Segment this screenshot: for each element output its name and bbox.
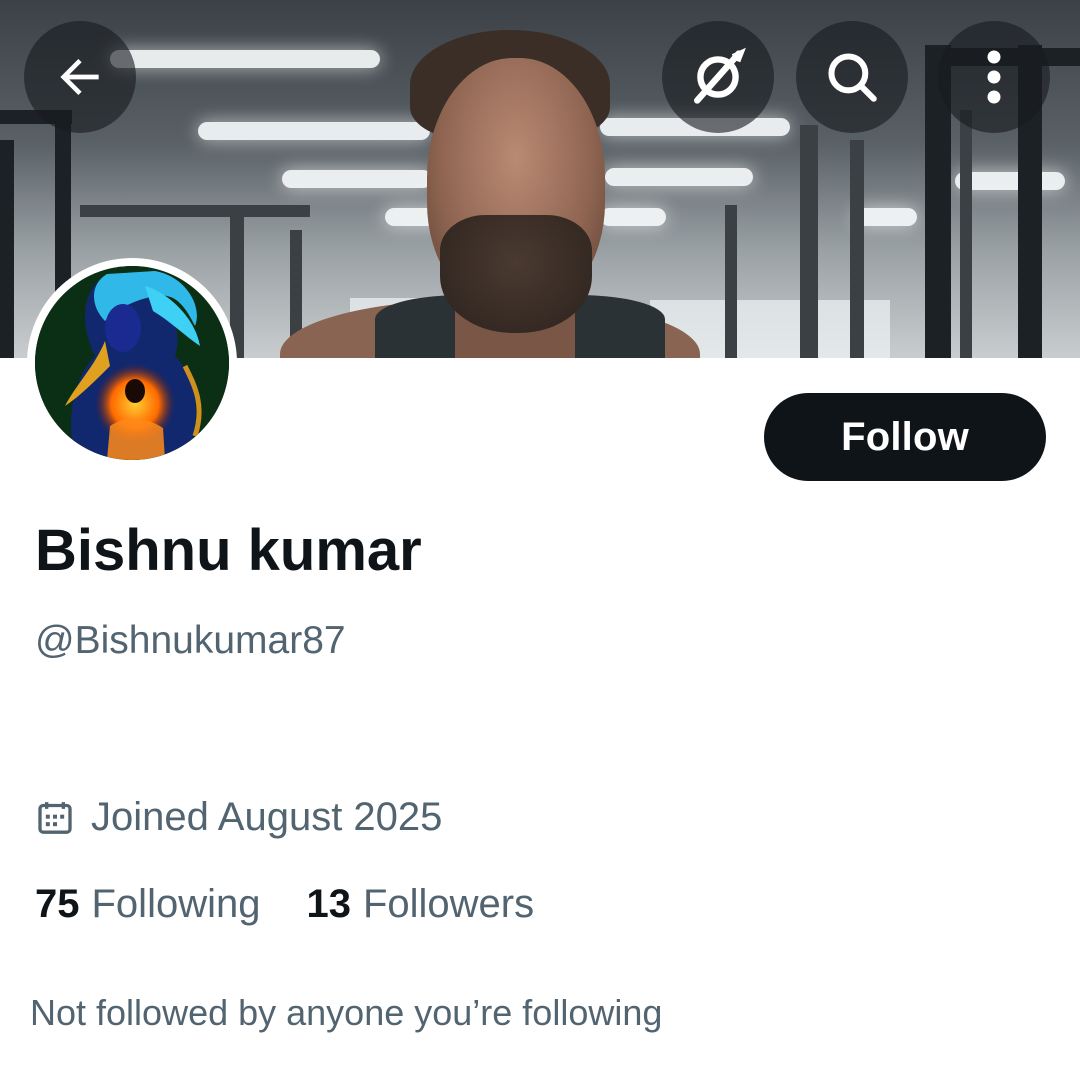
banner-rack: [0, 140, 14, 358]
avatar-illustration: [35, 266, 229, 460]
follow-stats: 75 Following 13 Followers: [35, 882, 534, 927]
banner-rack: [80, 205, 310, 217]
display-name: Bishnu kumar: [35, 518, 422, 583]
arrow-left-icon: [60, 59, 99, 95]
grok-icon: [694, 47, 746, 104]
banner-rack: [960, 110, 972, 358]
joined-date: Joined August 2025: [35, 795, 442, 840]
more-vertical-icon: [987, 50, 1001, 104]
banner-person-beard: [440, 215, 592, 333]
avatar-image: [35, 266, 229, 460]
more-options-button[interactable]: [938, 21, 1050, 133]
search-button[interactable]: [796, 21, 908, 133]
joined-text: Joined August 2025: [91, 795, 443, 839]
followed-by-text: Not followed by anyone you’re following: [30, 992, 663, 1033]
follow-button[interactable]: Follow: [764, 393, 1046, 481]
banner-light: [198, 122, 430, 140]
following-count: 75: [35, 882, 80, 926]
following-label: Following: [91, 882, 261, 926]
banner-light: [110, 50, 380, 68]
banner-light: [282, 170, 432, 188]
followers-link[interactable]: 13 Followers: [306, 882, 534, 927]
calendar-icon: [38, 801, 72, 834]
followers-label: Followers: [362, 882, 535, 926]
banner-light: [605, 168, 753, 186]
banner-rack: [850, 140, 864, 358]
followers-count: 13: [306, 882, 351, 926]
banner-rack: [800, 125, 818, 358]
grok-button[interactable]: [662, 21, 774, 133]
following-link[interactable]: 75 Following: [35, 882, 260, 927]
banner-light: [600, 208, 666, 226]
avatar[interactable]: [27, 258, 237, 468]
banner-rack: [725, 205, 737, 358]
search-icon: [828, 53, 877, 102]
banner-light: [855, 208, 917, 226]
back-button[interactable]: [24, 21, 136, 133]
user-handle: @Bishnukumar87: [35, 619, 346, 662]
